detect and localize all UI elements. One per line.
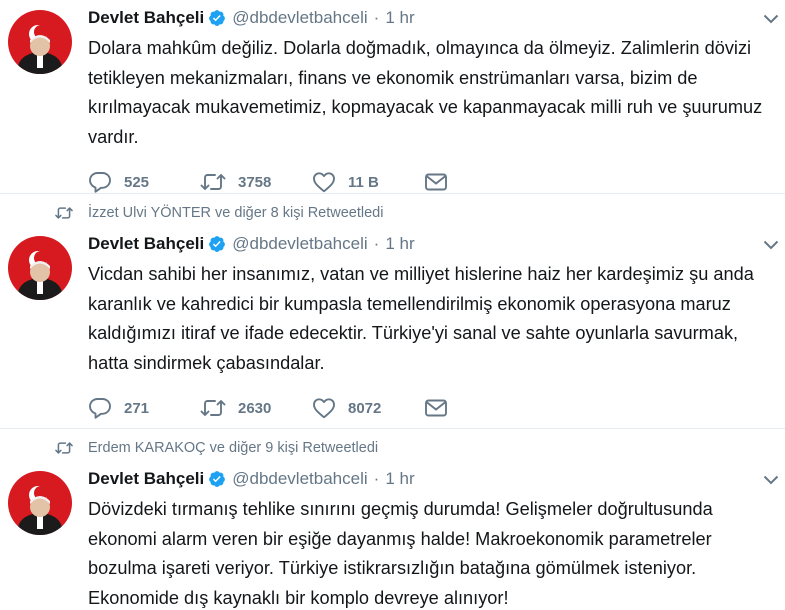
tweet-actions: 525 3758 11 B: [88, 170, 771, 194]
like-button[interactable]: 8072: [312, 397, 424, 419]
tweet[interactable]: Devlet Bahçeli @dbdevletbahceli · 1 hr D…: [0, 0, 785, 193]
retweet-count: 2630: [238, 399, 272, 417]
reply-count: 271: [124, 399, 150, 417]
retweeted-by-text[interactable]: İzzet Ulvi YÖNTER ve diğer 8 kişi Retwee…: [88, 205, 383, 221]
verified-badge-icon: [209, 10, 226, 26]
author-handle[interactable]: @dbdevletbahceli: [232, 234, 367, 254]
tweet-timestamp[interactable]: 1 hr: [385, 8, 414, 28]
tweet-header: Devlet Bahçeli @dbdevletbahceli · 1 hr: [88, 467, 771, 491]
message-icon: [425, 399, 447, 417]
retweet-icon: [55, 207, 73, 219]
like-count: 11 B: [348, 173, 379, 191]
author-name[interactable]: Devlet Bahçeli: [88, 234, 204, 254]
timeline-feed: Devlet Bahçeli @dbdevletbahceli · 1 hr D…: [0, 0, 785, 610]
retweeted-by-line: Erdem KARAKOÇ ve diğer 9 kişi Retweetled…: [55, 429, 771, 467]
retweet-button[interactable]: 2630: [200, 398, 312, 418]
retweet-count: 3758: [238, 173, 272, 191]
like-button[interactable]: 11 B: [312, 171, 424, 193]
verified-badge-icon: [209, 471, 226, 487]
retweet-icon: [200, 400, 226, 416]
tweet-header: Devlet Bahçeli @dbdevletbahceli · 1 hr: [88, 6, 771, 30]
reply-icon: [89, 398, 111, 419]
retweet-icon: [55, 442, 73, 454]
tweet-header: Devlet Bahçeli @dbdevletbahceli · 1 hr: [88, 232, 771, 256]
separator-dot: ·: [373, 469, 380, 488]
tweet-actions: 271 2630 8072: [88, 396, 771, 420]
separator-dot: ·: [373, 8, 380, 27]
retweeted-by-text[interactable]: Erdem KARAKOÇ ve diğer 9 kişi Retweetled…: [88, 440, 378, 456]
reply-icon: [89, 172, 111, 193]
author-name[interactable]: Devlet Bahçeli: [88, 469, 204, 489]
reply-count: 525: [124, 173, 150, 191]
tweet[interactable]: İzzet Ulvi YÖNTER ve diğer 8 kişi Retwee…: [0, 193, 785, 428]
chevron-down-icon[interactable]: [763, 14, 779, 24]
tweet[interactable]: Erdem KARAKOÇ ve diğer 9 kişi Retweetled…: [0, 428, 785, 610]
retweet-icon: [200, 174, 226, 190]
tweet-text: Dövizdeki tırmanış tehlike sınırını geçm…: [88, 499, 713, 608]
reply-button[interactable]: 525: [88, 171, 200, 193]
message-icon: [425, 173, 447, 191]
direct-message-button[interactable]: [424, 398, 448, 418]
tweet-text: Vicdan sahibi her insanımız, vatan ve mi…: [88, 264, 754, 373]
author-name[interactable]: Devlet Bahçeli: [88, 8, 204, 28]
like-count: 8072: [348, 399, 382, 417]
avatar[interactable]: [8, 236, 72, 300]
separator-dot: ·: [373, 234, 380, 253]
avatar[interactable]: [8, 471, 72, 535]
tweet-text: Dolara mahkûm değiliz. Dolarla doğmadık,…: [88, 38, 763, 147]
chevron-down-icon[interactable]: [763, 240, 779, 250]
reply-button[interactable]: 271: [88, 397, 200, 419]
tweet-timestamp[interactable]: 1 hr: [385, 469, 414, 489]
direct-message-button[interactable]: [424, 172, 448, 192]
chevron-down-icon[interactable]: [763, 475, 779, 485]
retweet-button[interactable]: 3758: [200, 172, 312, 192]
tweet-timestamp[interactable]: 1 hr: [385, 234, 414, 254]
author-handle[interactable]: @dbdevletbahceli: [232, 8, 367, 28]
retweeted-by-line: İzzet Ulvi YÖNTER ve diğer 8 kişi Retwee…: [55, 194, 771, 232]
like-icon: [313, 172, 335, 193]
avatar[interactable]: [8, 10, 72, 74]
verified-badge-icon: [209, 236, 226, 252]
author-handle[interactable]: @dbdevletbahceli: [232, 469, 367, 489]
like-icon: [313, 398, 335, 419]
